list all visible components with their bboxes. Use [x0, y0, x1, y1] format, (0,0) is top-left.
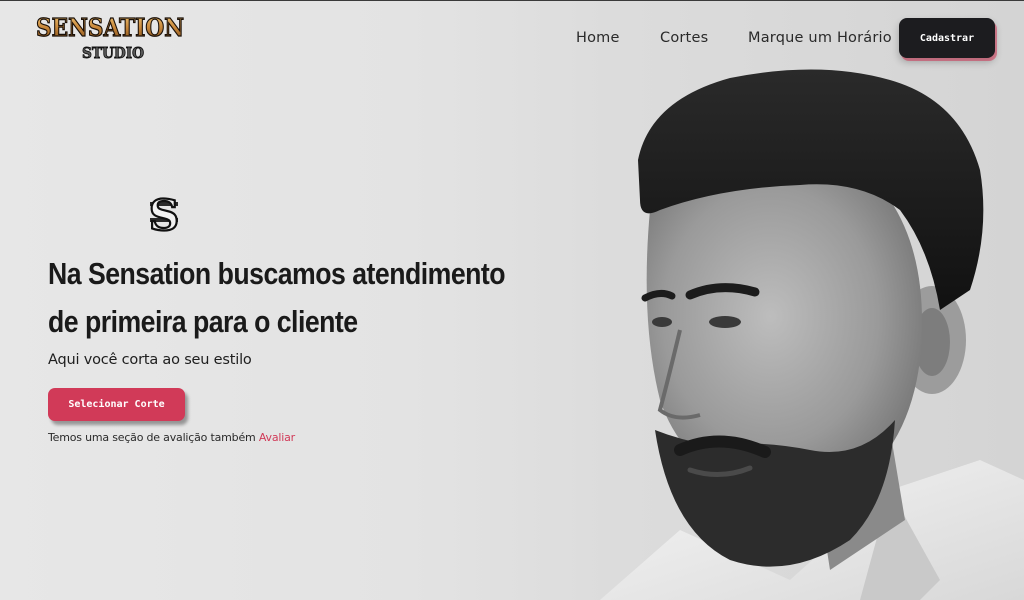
top-border — [0, 0, 1024, 1]
selecionar-corte-button[interactable]: Selecionar Corte — [48, 388, 185, 421]
emblem-letter: S — [149, 191, 179, 240]
nav-agendar-link[interactable]: Marque um Horário — [748, 30, 892, 46]
avaliar-link[interactable]: Avaliar — [259, 431, 295, 444]
nav-home-link[interactable]: Home — [576, 30, 620, 46]
cadastrar-button[interactable]: Cadastrar — [899, 18, 995, 58]
cadastrar-button-label: Cadastrar — [919, 32, 975, 44]
brand-logo[interactable]: SENSATION STUDIO — [34, 14, 186, 64]
hero-title: Na Sensation buscamos atendimento de pri… — [48, 256, 506, 339]
nav-cortes-link[interactable]: Cortes — [660, 30, 708, 46]
logo-subword: STUDIO — [82, 44, 144, 62]
review-note-text: Temos uma seção de avalição também — [48, 431, 259, 444]
selecionar-corte-label: Selecionar Corte — [68, 399, 165, 410]
review-note: Temos uma seção de avalição também Avali… — [48, 431, 295, 444]
hero-portrait-image — [560, 60, 1024, 600]
logo-wordmark: SENSATION — [36, 14, 184, 42]
brand-emblem-icon: S — [146, 186, 182, 241]
hero-subtitle: Aqui você corta ao seu estilo — [48, 352, 252, 368]
